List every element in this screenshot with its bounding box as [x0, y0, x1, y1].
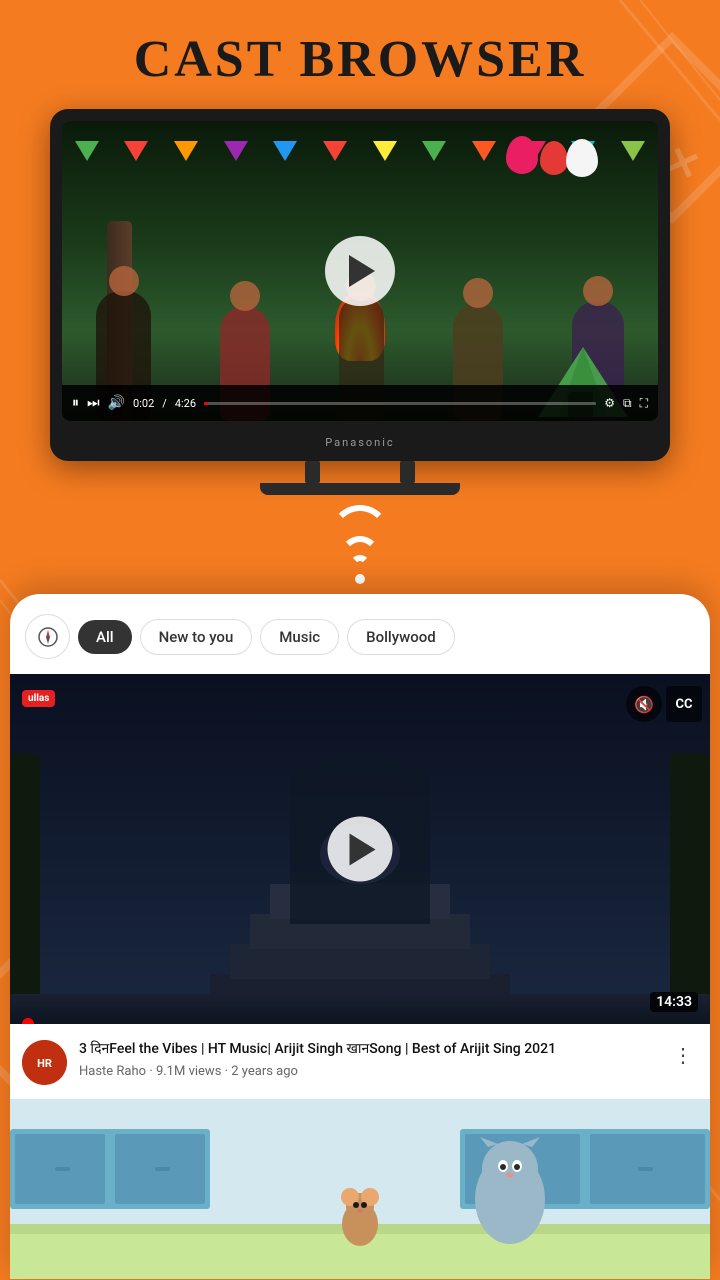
video-duration-1: 14:33: [650, 992, 698, 1012]
video-thumbnail-2[interactable]: [10, 1099, 710, 1279]
dot-separator: ·: [149, 1064, 156, 1079]
video-thumbnail-1[interactable]: ullas 🔇 CC 14:33: [10, 674, 710, 1024]
content-card: All New to you Music Bollywood: [10, 594, 710, 1279]
tv-stand-legs: [305, 461, 415, 483]
video-cc-button[interactable]: CC: [666, 686, 702, 722]
volume-button[interactable]: 🔊: [108, 395, 125, 411]
svg-text:HR: HR: [37, 1057, 52, 1070]
video-mute-button[interactable]: 🔇: [626, 686, 662, 722]
app-title: CAST BROWSER: [20, 30, 700, 89]
balloon: [540, 141, 568, 175]
more-options-button-1[interactable]: ⋮: [668, 1040, 698, 1070]
video-info-1: HR 3 दिनFeel the Vibes | HT Music| Ariji…: [10, 1024, 710, 1099]
compass-button[interactable]: [25, 614, 70, 659]
tab-new-to-you[interactable]: New to you: [140, 619, 253, 655]
video-channel-info-1: Haste Raho · 9.1M views · 2 years ago: [79, 1064, 656, 1079]
tv-screen: ⏸ ⏭ 🔊 0:02 / 4:26 ⚙ ⧉ ⛶: [62, 121, 658, 421]
tv-frame: ⏸ ⏭ 🔊 0:02 / 4:26 ⚙ ⧉ ⛶ Panasonic: [50, 109, 670, 461]
progress-time: 0:02: [133, 397, 154, 410]
tab-music[interactable]: Music: [260, 619, 339, 655]
video-title-1: 3 दिनFeel the Vibes | HT Music| Arijit S…: [79, 1040, 656, 1060]
ctrl-icons-right: ⚙ ⧉ ⛶: [604, 396, 648, 411]
channel-logo-badge: ullas: [22, 686, 55, 705]
view-count: 9.1M views: [156, 1064, 221, 1079]
channel-avatar-1[interactable]: HR: [22, 1040, 67, 1085]
tv-play-button[interactable]: [325, 236, 395, 306]
tv-controls-bar: ⏸ ⏭ 🔊 0:02 / 4:26 ⚙ ⧉ ⛶: [62, 385, 658, 421]
balloon: [566, 139, 598, 177]
separator: /: [162, 397, 167, 410]
pip-icon[interactable]: ⧉: [623, 396, 632, 411]
progress-bar[interactable]: [204, 402, 596, 405]
video-progress-dot: [22, 1018, 34, 1024]
video-meta-1: 3 दिनFeel the Vibes | HT Music| Arijit S…: [79, 1040, 656, 1079]
settings-icon[interactable]: ⚙: [604, 396, 615, 411]
total-time: 4:26: [175, 397, 196, 410]
filter-tabs-container: All New to you Music Bollywood: [10, 614, 710, 674]
channel-name: Haste Raho: [79, 1064, 146, 1079]
fullscreen-icon[interactable]: ⛶: [640, 396, 648, 411]
tv-mockup: ⏸ ⏭ 🔊 0:02 / 4:26 ⚙ ⧉ ⛶ Panasonic: [30, 109, 690, 461]
time-ago: 2 years ago: [231, 1064, 298, 1079]
avatar-image: HR: [22, 1040, 67, 1085]
progress-fill: [204, 402, 208, 405]
tv-stand-base: [260, 483, 460, 495]
pause-button[interactable]: ⏸: [72, 395, 79, 411]
tv-brand: Panasonic: [325, 436, 394, 449]
video-card-1: ullas 🔇 CC 14:33 HR: [10, 674, 710, 1099]
video-play-button-1[interactable]: [328, 817, 393, 882]
skip-button[interactable]: ⏭: [87, 395, 100, 411]
tab-all[interactable]: All: [78, 620, 132, 654]
balloon: [506, 136, 538, 174]
wifi-cast-icon: [0, 505, 720, 584]
tab-bollywood[interactable]: Bollywood: [347, 619, 455, 655]
channel-badge: ullas: [22, 690, 55, 707]
